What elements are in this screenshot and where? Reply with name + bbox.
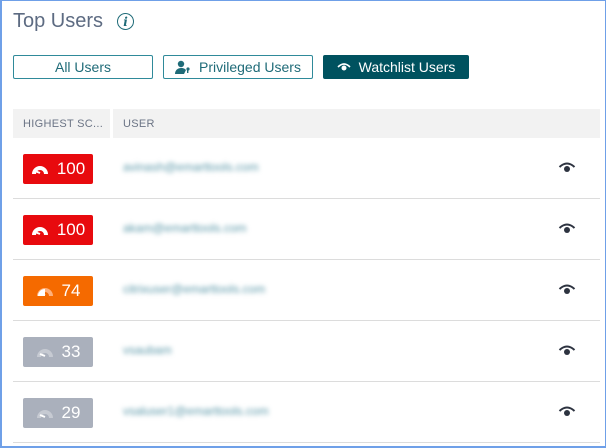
table-row[interactable]: 100 akam@emarttools.com: [13, 199, 600, 260]
table-row[interactable]: 74 citrixuser@emarttools.com: [13, 260, 600, 321]
eye-icon[interactable]: [558, 405, 576, 419]
table-row[interactable]: 33 vsaubam: [13, 321, 600, 382]
score-badge: 29: [23, 398, 93, 428]
eye-icon[interactable]: [558, 344, 576, 358]
score-badge: 100: [23, 154, 93, 184]
eye-icon[interactable]: [558, 222, 576, 236]
user-key-icon: [175, 60, 190, 74]
column-header-user[interactable]: USER: [113, 109, 600, 138]
user-email[interactable]: citrixuser@emarttools.com: [123, 282, 265, 296]
table-row[interactable]: 29 vsaluser1@emarttools.com: [13, 382, 600, 443]
user-email[interactable]: vsaubam: [123, 343, 172, 357]
privileged-users-button[interactable]: Privileged Users: [163, 55, 313, 79]
info-icon[interactable]: i: [117, 13, 135, 30]
all-users-button[interactable]: All Users: [13, 55, 153, 79]
score-value: 100: [56, 220, 86, 239]
user-email[interactable]: avinash@emarttools.com: [123, 160, 259, 174]
eye-icon[interactable]: [558, 283, 576, 297]
gauge-icon: [36, 349, 53, 357]
score-badge: 100: [23, 215, 93, 245]
button-label: Privileged Users: [199, 59, 301, 75]
watchlist-users-button[interactable]: Watchlist Users: [323, 55, 469, 79]
column-header-highest-score[interactable]: HIGHEST SC...: [13, 109, 110, 138]
user-email[interactable]: akam@emarttools.com: [123, 221, 247, 235]
score-value: 29: [61, 403, 81, 422]
gauge-icon: [36, 410, 53, 418]
gauge-icon: [31, 166, 48, 174]
gauge-icon: [36, 288, 53, 296]
title-text: Top Users: [13, 10, 104, 32]
eye-icon: [337, 63, 351, 71]
score-badge: 33: [23, 337, 93, 367]
user-email[interactable]: vsaluser1@emarttools.com: [123, 404, 269, 418]
eye-icon[interactable]: [558, 161, 576, 175]
score-value: 100: [56, 159, 86, 178]
page-title: Top Users i: [13, 10, 135, 33]
score-badge: 74: [23, 276, 93, 306]
gauge-icon: [31, 227, 48, 235]
score-value: 74: [61, 281, 81, 300]
button-label: Watchlist Users: [358, 59, 456, 75]
table-row[interactable]: 100 avinash@emarttools.com: [13, 138, 600, 199]
score-value: 33: [61, 342, 81, 361]
button-label: All Users: [54, 59, 111, 75]
